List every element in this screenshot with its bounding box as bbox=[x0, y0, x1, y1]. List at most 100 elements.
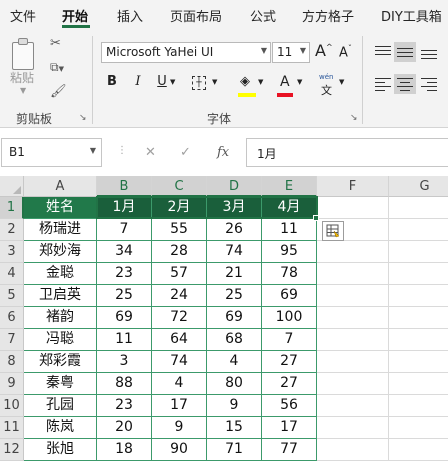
align-right-button[interactable] bbox=[418, 74, 440, 94]
cell-c4[interactable]: 57 bbox=[152, 263, 207, 285]
font-name-select[interactable]: Microsoft YaHei UI ▼ bbox=[101, 42, 271, 63]
cell-f1[interactable] bbox=[317, 197, 389, 219]
cell-c8[interactable]: 74 bbox=[152, 351, 207, 373]
column-header-g[interactable]: G bbox=[389, 176, 448, 197]
cell-a3[interactable]: 郑妙海 bbox=[24, 241, 97, 263]
cancel-icon[interactable]: ✕ bbox=[145, 145, 156, 160]
cell-e4[interactable]: 78 bbox=[262, 263, 317, 285]
cell-c6[interactable]: 72 bbox=[152, 307, 207, 329]
font-size-select[interactable]: 11 ▼ bbox=[272, 42, 310, 63]
cell-a8[interactable]: 郑彩霞 bbox=[24, 351, 97, 373]
border-dropdown-icon[interactable]: ▼ bbox=[212, 78, 217, 100]
row-header-5[interactable]: 5 bbox=[0, 285, 24, 307]
align-bottom-button[interactable] bbox=[418, 42, 440, 62]
cell-e9[interactable]: 27 bbox=[262, 373, 317, 395]
cell-f4[interactable] bbox=[317, 263, 389, 285]
cell-d8[interactable]: 4 bbox=[207, 351, 262, 373]
font-launcher-icon[interactable]: ↘ bbox=[350, 113, 358, 123]
tab-home[interactable]: 开始 bbox=[62, 6, 88, 25]
cell-c3[interactable]: 28 bbox=[152, 241, 207, 263]
cell-e3[interactable]: 95 bbox=[262, 241, 317, 263]
tab-page-layout[interactable]: 页面布局 bbox=[170, 6, 222, 25]
cell-e11[interactable]: 17 bbox=[262, 417, 317, 439]
column-header-e[interactable]: E bbox=[262, 176, 317, 197]
cell-b12[interactable]: 18 bbox=[97, 439, 152, 461]
cell-e2[interactable]: 11 bbox=[262, 219, 317, 241]
row-header-7[interactable]: 7 bbox=[0, 329, 24, 351]
row-header-3[interactable]: 3 bbox=[0, 241, 24, 263]
row-header-8[interactable]: 8 bbox=[0, 351, 24, 373]
column-header-f[interactable]: F bbox=[317, 176, 389, 197]
cell-b11[interactable]: 20 bbox=[97, 417, 152, 439]
tab-file[interactable]: 文件 bbox=[10, 6, 36, 25]
cell-a10[interactable]: 孔园 bbox=[24, 395, 97, 417]
cell-b4[interactable]: 23 bbox=[97, 263, 152, 285]
cell-c2[interactable]: 55 bbox=[152, 219, 207, 241]
paste-dropdown-icon[interactable]: ▼ bbox=[20, 86, 26, 95]
cell-f7[interactable] bbox=[317, 329, 389, 351]
row-header-6[interactable]: 6 bbox=[0, 307, 24, 329]
cell-c1[interactable]: 2月 bbox=[152, 197, 207, 219]
cell-e7[interactable]: 7 bbox=[262, 329, 317, 351]
cell-b7[interactable]: 11 bbox=[97, 329, 152, 351]
fill-handle[interactable] bbox=[313, 215, 319, 221]
more-options-icon[interactable]: ⋮ bbox=[117, 145, 127, 156]
cell-e1[interactable]: 4月 bbox=[262, 197, 317, 219]
tab-fangfang-gezi[interactable]: 方方格子 bbox=[302, 6, 354, 25]
cell-b10[interactable]: 23 bbox=[97, 395, 152, 417]
align-middle-button[interactable] bbox=[394, 42, 416, 62]
cell-d3[interactable]: 74 bbox=[207, 241, 262, 263]
row-header-12[interactable]: 12 bbox=[0, 439, 24, 461]
cell-b9[interactable]: 88 bbox=[97, 373, 152, 395]
tab-formulas[interactable]: 公式 bbox=[250, 6, 276, 25]
cell-d10[interactable]: 9 bbox=[207, 395, 262, 417]
cell-f9[interactable] bbox=[317, 373, 389, 395]
cell-d9[interactable]: 80 bbox=[207, 373, 262, 395]
cell-d2[interactable]: 26 bbox=[207, 219, 262, 241]
column-header-d[interactable]: D bbox=[207, 176, 262, 197]
cell-b8[interactable]: 3 bbox=[97, 351, 152, 373]
cell-c10[interactable]: 17 bbox=[152, 395, 207, 417]
cell-g1[interactable] bbox=[389, 197, 448, 219]
bold-button[interactable]: B bbox=[105, 74, 119, 96]
grow-font-button[interactable]: A^ bbox=[315, 41, 333, 63]
row-header-4[interactable]: 4 bbox=[0, 263, 24, 285]
cell-b1[interactable]: 1月 bbox=[97, 197, 152, 219]
enter-icon[interactable]: ✓ bbox=[180, 145, 191, 160]
cell-d6[interactable]: 69 bbox=[207, 307, 262, 329]
cell-a11[interactable]: 陈岚 bbox=[24, 417, 97, 439]
cell-g10[interactable] bbox=[389, 395, 448, 417]
phonetic-dropdown-icon[interactable]: ▼ bbox=[339, 78, 344, 100]
italic-button[interactable]: I bbox=[131, 74, 145, 96]
align-top-button[interactable] bbox=[372, 42, 394, 62]
column-header-c[interactable]: C bbox=[152, 176, 207, 197]
tab-insert[interactable]: 插入 bbox=[117, 6, 143, 25]
cell-g6[interactable] bbox=[389, 307, 448, 329]
cell-f10[interactable] bbox=[317, 395, 389, 417]
cell-d12[interactable]: 71 bbox=[207, 439, 262, 461]
align-center-button[interactable] bbox=[394, 74, 416, 94]
cell-e6[interactable]: 100 bbox=[262, 307, 317, 329]
cell-d1[interactable]: 3月 bbox=[207, 197, 262, 219]
cell-g4[interactable] bbox=[389, 263, 448, 285]
underline-dropdown-icon[interactable]: ▼ bbox=[170, 78, 175, 100]
tab-diy-toolbox[interactable]: DIY工具箱 bbox=[381, 6, 442, 25]
font-color-dropdown-icon[interactable]: ▼ bbox=[297, 78, 302, 100]
chevron-down-icon[interactable]: ▼ bbox=[90, 146, 96, 155]
cell-c11[interactable]: 9 bbox=[152, 417, 207, 439]
formula-input[interactable]: 1月 bbox=[246, 138, 448, 167]
cell-g9[interactable] bbox=[389, 373, 448, 395]
cell-d11[interactable]: 15 bbox=[207, 417, 262, 439]
cell-c9[interactable]: 4 bbox=[152, 373, 207, 395]
row-header-11[interactable]: 11 bbox=[0, 417, 24, 439]
cell-a7[interactable]: 冯聪 bbox=[24, 329, 97, 351]
cell-g11[interactable] bbox=[389, 417, 448, 439]
cell-c5[interactable]: 24 bbox=[152, 285, 207, 307]
name-box[interactable]: B1 ▼ bbox=[1, 138, 102, 167]
shrink-font-button[interactable]: Aˇ bbox=[339, 44, 352, 66]
cell-g5[interactable] bbox=[389, 285, 448, 307]
row-header-9[interactable]: 9 bbox=[0, 373, 24, 395]
row-header-10[interactable]: 10 bbox=[0, 395, 24, 417]
cell-e8[interactable]: 27 bbox=[262, 351, 317, 373]
cell-c7[interactable]: 64 bbox=[152, 329, 207, 351]
